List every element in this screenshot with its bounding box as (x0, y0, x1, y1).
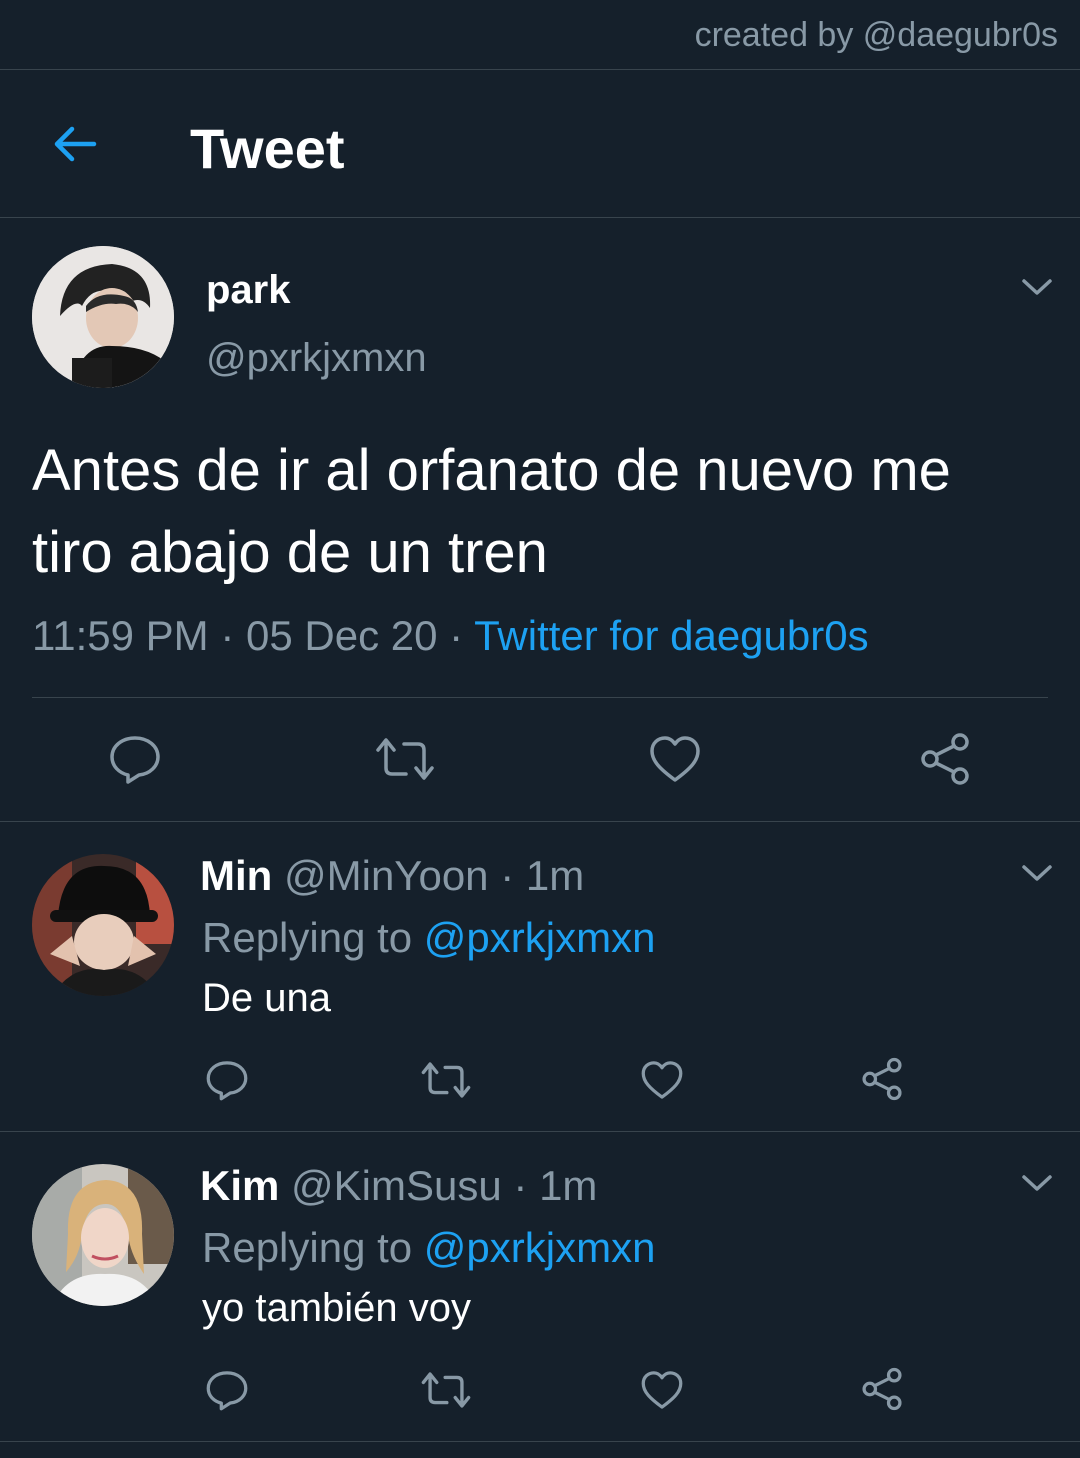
reply-header: Kim @KimSusu · 1m (200, 1162, 597, 1210)
divider (0, 1131, 1080, 1132)
reply-text: yo también voy (202, 1286, 472, 1330)
tweet-date: 05 Dec 20 (246, 612, 438, 659)
tweet-time: 1m (525, 852, 585, 899)
like-icon (650, 736, 700, 782)
author-handle[interactable]: @MinYoon (284, 852, 489, 899)
tweet-time: 11:59 PM (32, 612, 209, 659)
share-button[interactable] (918, 732, 972, 786)
share-button[interactable] (860, 1367, 904, 1411)
reply-icon (206, 1061, 248, 1101)
retweet-button[interactable] (420, 1369, 472, 1411)
reply-button[interactable] (108, 734, 162, 784)
retweet-button[interactable] (374, 734, 436, 784)
arrow-left-icon (54, 126, 97, 162)
share-icon (862, 1367, 902, 1411)
avatar-image (32, 854, 174, 996)
chevron-down-icon (1022, 279, 1052, 295)
retweet-icon (421, 1062, 471, 1098)
back-button[interactable] (50, 120, 98, 168)
avatar[interactable] (32, 854, 174, 996)
page-title: Tweet (190, 117, 345, 180)
author-name[interactable]: park (206, 268, 291, 313)
reply-button[interactable] (205, 1059, 249, 1101)
reply-button[interactable] (205, 1369, 249, 1411)
chevron-down-icon (1022, 865, 1052, 881)
like-button[interactable] (640, 1059, 684, 1101)
like-button[interactable] (648, 734, 702, 784)
tweet-options-button[interactable] (1020, 1172, 1054, 1194)
tweet-options-button[interactable] (1020, 862, 1054, 884)
author-name[interactable]: Min (200, 852, 272, 899)
author-handle[interactable]: @pxrkjxmxn (206, 336, 427, 381)
reply-icon (206, 1371, 248, 1411)
meta-separator: · (220, 612, 235, 659)
avatar[interactable] (32, 1164, 174, 1306)
divider (32, 697, 1048, 698)
reply-text: De una (202, 976, 331, 1020)
avatar-image (32, 246, 174, 388)
tweet-options-button[interactable] (1020, 276, 1054, 298)
share-icon (862, 1057, 902, 1101)
replying-label: Replying to (202, 1224, 413, 1271)
mention-link[interactable]: @pxrkjxmxn (424, 914, 656, 961)
tweet-meta: 11:59 PM · 05 Dec 20 · Twitter for daegu… (32, 612, 869, 660)
retweet-icon (376, 738, 434, 780)
tweet-text-line: Antes de ir al orfanato de nuevo me (32, 438, 951, 503)
credit-text: created by @daegubr0s (694, 16, 1058, 54)
avatar-image (32, 1164, 174, 1306)
like-button[interactable] (640, 1369, 684, 1411)
author-name[interactable]: Kim (200, 1162, 279, 1209)
replying-label: Replying to (202, 914, 413, 961)
avatar[interactable] (32, 246, 174, 388)
retweet-button[interactable] (420, 1059, 472, 1101)
meta-separator: · (513, 1162, 528, 1209)
replying-to: Replying to @pxrkjxmxn (202, 914, 655, 962)
credit-bar: created by @daegubr0s (0, 0, 1080, 70)
chevron-down-icon (1022, 1175, 1052, 1191)
tweet-time: 1m (539, 1162, 598, 1209)
app-header: Tweet (0, 70, 1080, 218)
replying-to: Replying to @pxrkjxmxn (202, 1224, 655, 1272)
reply-icon (110, 736, 160, 784)
retweet-icon (421, 1372, 471, 1408)
meta-separator: · (449, 612, 464, 659)
like-icon (641, 1371, 683, 1409)
tweet-text: Antes de ir al orfanato de nuevo me tiro… (32, 430, 1062, 594)
divider (0, 1441, 1080, 1442)
tweet-source-link[interactable]: Twitter for daegubr0s (474, 612, 869, 659)
divider (0, 821, 1080, 822)
like-icon (641, 1061, 683, 1099)
reply-header: Min @MinYoon · 1m (200, 852, 584, 900)
author-handle[interactable]: @KimSusu (291, 1162, 502, 1209)
tweet-text-line: tiro abajo de un tren (32, 520, 548, 585)
share-icon (921, 733, 969, 785)
meta-separator: · (500, 852, 515, 899)
mention-link[interactable]: @pxrkjxmxn (424, 1224, 656, 1271)
share-button[interactable] (860, 1057, 904, 1101)
